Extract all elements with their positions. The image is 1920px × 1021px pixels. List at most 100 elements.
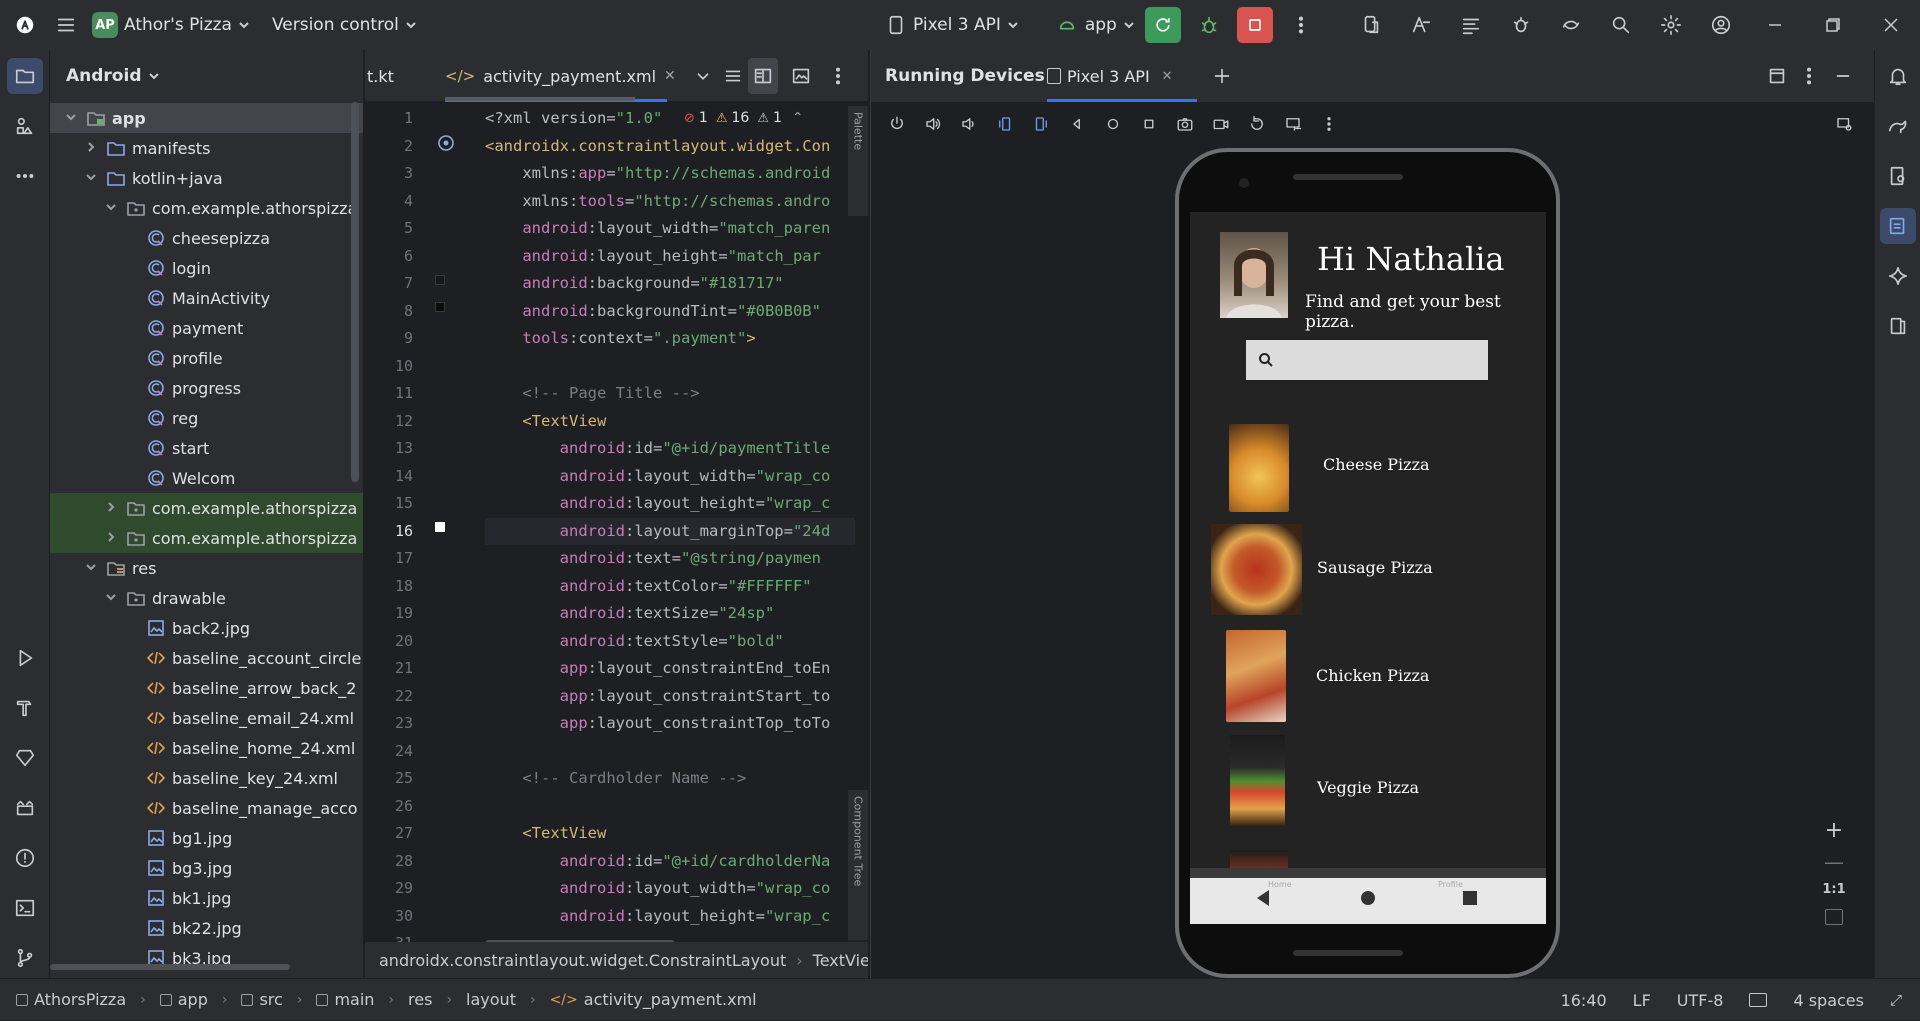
tree-item[interactable]: back2.jpg <box>50 613 363 643</box>
code-line[interactable]: app:layout_constraintStart_to <box>485 683 831 711</box>
project-view-icon[interactable] <box>7 58 43 94</box>
pizza-search-input[interactable] <box>1246 340 1488 380</box>
tree-item[interactable]: Welcom <box>50 463 363 493</box>
path-crumb[interactable]: main <box>316 990 374 1009</box>
project-view-selector[interactable]: Android <box>50 50 363 102</box>
volume-up-icon[interactable] <box>917 108 949 140</box>
line-number[interactable]: 22 <box>365 683 413 711</box>
run-config-selector[interactable]: app <box>1055 7 1135 43</box>
android-studio-logo-icon[interactable] <box>10 7 40 43</box>
tree-item[interactable]: cheesepizza <box>50 223 363 253</box>
code-line[interactable]: <TextView <box>485 820 606 848</box>
debug-button[interactable] <box>1191 7 1227 43</box>
bottom-nav-profile-label[interactable]: Profile <box>1438 880 1463 889</box>
rotate-right-icon[interactable] <box>1025 108 1057 140</box>
line-number[interactable]: 17 <box>365 545 413 573</box>
code-line[interactable]: android:textColor="#FFFFFF" <box>485 573 812 601</box>
code-line[interactable]: android:layout_height="wrap_c <box>485 490 831 518</box>
back-nav-icon[interactable] <box>1061 108 1093 140</box>
emulator-icon[interactable] <box>1880 308 1916 344</box>
settings-gear-icon[interactable] <box>1646 7 1696 43</box>
zoom-in-icon[interactable]: + <box>1825 820 1843 842</box>
tree-item[interactable]: com.example.athorspizza <box>50 193 363 223</box>
design-view-icon[interactable] <box>783 58 819 94</box>
code-line[interactable]: <!-- Cardholder Name --> <box>485 765 746 793</box>
line-number[interactable]: 26 <box>365 793 413 821</box>
line-number[interactable]: 13 <box>365 435 413 463</box>
code-line[interactable]: android:layout_height="wrap_c <box>485 903 831 929</box>
pizza-item-cheese[interactable]: Cheese Pizza <box>1190 417 1546 513</box>
bug-report-icon[interactable] <box>1496 7 1546 43</box>
version-control-menu[interactable]: Version control <box>272 15 417 35</box>
running-devices-icon[interactable] <box>1880 208 1916 244</box>
code-line[interactable]: android:layout_height="match_par <box>485 243 821 271</box>
line-number[interactable]: 10 <box>365 353 413 381</box>
line-number[interactable]: 27 <box>365 820 413 848</box>
line-number[interactable]: 21 <box>365 655 413 683</box>
line-number[interactable]: 15 <box>365 490 413 518</box>
display-settings-icon[interactable] <box>1277 108 1309 140</box>
code-line[interactable]: app:layout_constraintEnd_toEn <box>485 655 831 683</box>
structure-icon[interactable] <box>1446 7 1496 43</box>
chevron-right-icon[interactable] <box>84 140 100 156</box>
more-tools-icon[interactable] <box>7 158 43 194</box>
tree-item[interactable]: baseline_manage_acco <box>50 793 363 823</box>
editor-tab-kotlin[interactable]: t.kt <box>367 50 394 102</box>
split-view-icon[interactable] <box>748 58 778 94</box>
line-number[interactable]: 25 <box>365 765 413 793</box>
hide-panel-icon[interactable] <box>1825 58 1861 94</box>
code-line[interactable]: <TextView <box>485 408 606 436</box>
run-tool-icon[interactable] <box>7 640 43 676</box>
tree-item[interactable]: baseline_account_circle <box>50 643 363 673</box>
gemini-sparkle-icon[interactable] <box>1880 258 1916 294</box>
gradle-elephant-icon[interactable] <box>1880 108 1916 144</box>
tree-item[interactable]: login <box>50 253 363 283</box>
volume-down-icon[interactable] <box>953 108 985 140</box>
code-line[interactable]: android:backgroundTint="#0B0B0B" <box>485 298 821 326</box>
build-hammer-icon[interactable] <box>7 690 43 726</box>
zoom-fit-icon[interactable] <box>1825 909 1843 925</box>
tree-item[interactable]: app <box>50 103 363 133</box>
close-window-button[interactable] <box>1862 0 1920 50</box>
zoom-actual-size[interactable]: 1:1 <box>1822 882 1845 897</box>
zoom-out-icon[interactable]: — <box>1824 852 1844 872</box>
line-number[interactable]: 20 <box>365 628 413 656</box>
chevron-down-icon[interactable] <box>84 560 100 576</box>
tree-item[interactable]: baseline_home_24.xml <box>50 733 363 763</box>
path-crumb[interactable]: AthorsPizza <box>16 990 126 1009</box>
chevron-down-icon[interactable] <box>104 200 120 216</box>
breadcrumb-root[interactable]: androidx.constraintlayout.widget.Constra… <box>379 951 786 970</box>
line-number[interactable]: 5 <box>365 215 413 243</box>
code-line[interactable]: android:textStyle="bold" <box>485 628 784 656</box>
project-scrollbar-vertical[interactable] <box>351 102 359 482</box>
color-swatch-0b0b0b[interactable] <box>435 302 445 312</box>
line-number[interactable]: 12 <box>365 408 413 436</box>
tree-item[interactable]: res <box>50 553 363 583</box>
translate-icon[interactable] <box>1396 7 1446 43</box>
editor-tab-activity-payment[interactable]: </> activity_payment.xml ✕ <box>445 50 676 102</box>
logcat-icon[interactable] <box>7 790 43 826</box>
tree-item[interactable]: bg3.jpg <box>50 853 363 883</box>
home-nav-icon[interactable] <box>1097 108 1129 140</box>
line-separator[interactable]: LF <box>1633 991 1651 1010</box>
stop-button[interactable] <box>1236 7 1273 43</box>
color-swatch-181717[interactable] <box>435 275 445 285</box>
notifications-icon[interactable] <box>1880 58 1916 94</box>
code-line[interactable]: <!-- Page Title --> <box>485 380 699 408</box>
android-recents-icon[interactable] <box>1463 891 1477 905</box>
search-icon[interactable] <box>1596 7 1646 43</box>
tree-item[interactable]: baseline_key_24.xml <box>50 763 363 793</box>
close-tab-icon[interactable]: ✕ <box>1162 69 1173 84</box>
bottom-nav-home-label[interactable]: Home <box>1268 880 1292 889</box>
chevron-down-icon[interactable] <box>64 110 80 126</box>
minimize-window-button[interactable] <box>1746 0 1804 50</box>
code-line[interactable]: <androidx.constraintlayout.widget.Con <box>485 133 830 161</box>
code-line[interactable]: xmlns:tools="http://schemas.andro <box>485 188 830 216</box>
code-view-icon[interactable] <box>715 58 751 94</box>
overview-nav-icon[interactable] <box>1133 108 1165 140</box>
terminal-icon[interactable] <box>7 890 43 926</box>
pizza-item-chicken[interactable]: Chicken Pizza <box>1190 630 1546 726</box>
line-number[interactable]: 3 <box>365 160 413 188</box>
main-menu-icon[interactable] <box>48 7 84 43</box>
android-home-icon[interactable] <box>1361 891 1375 905</box>
